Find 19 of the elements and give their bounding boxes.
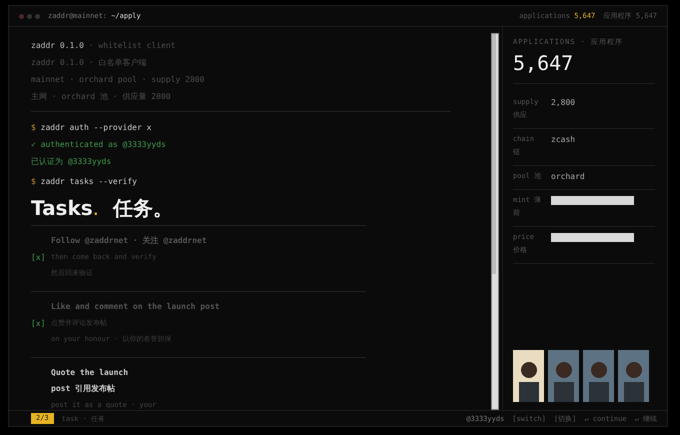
task-title: Like and comment on the launch post xyxy=(51,301,221,313)
applications-count: 5,647 xyxy=(513,51,655,84)
version-line: zaddr 0.1.0 · whitelist client xyxy=(31,40,176,52)
info-line: mainnet · orchard pool · supply 2800 xyxy=(31,74,206,86)
checkbox-mark: [x] xyxy=(31,318,46,328)
stat-value: 2,800 xyxy=(551,97,576,109)
stat-value: zcash xyxy=(551,134,576,146)
task-title: Quote the launch post 引用发布帖 xyxy=(51,367,130,395)
stat-value: orchard xyxy=(551,171,585,183)
command-line: $ zaddr auth --provider x xyxy=(31,122,152,134)
success-message: 已认证为 @3333yyds xyxy=(31,156,112,168)
success-message: ✓ authenticated as @3333yyds xyxy=(31,139,167,151)
tasks-heading: Tasks. 任务。 xyxy=(31,195,174,222)
task-title: Follow @zaddrnet · 关注 @zaddrnet xyxy=(51,235,208,247)
window-controls-icon xyxy=(19,14,40,18)
info-line: 主网 · orchard 池 · 供应量 2800 xyxy=(31,91,172,103)
info-line: zaddr 0.1.0 · 白名单客户端 xyxy=(31,57,148,69)
command-line: $ zaddr tasks --verify xyxy=(31,176,138,188)
checkbox-mark: [x] xyxy=(31,252,46,262)
